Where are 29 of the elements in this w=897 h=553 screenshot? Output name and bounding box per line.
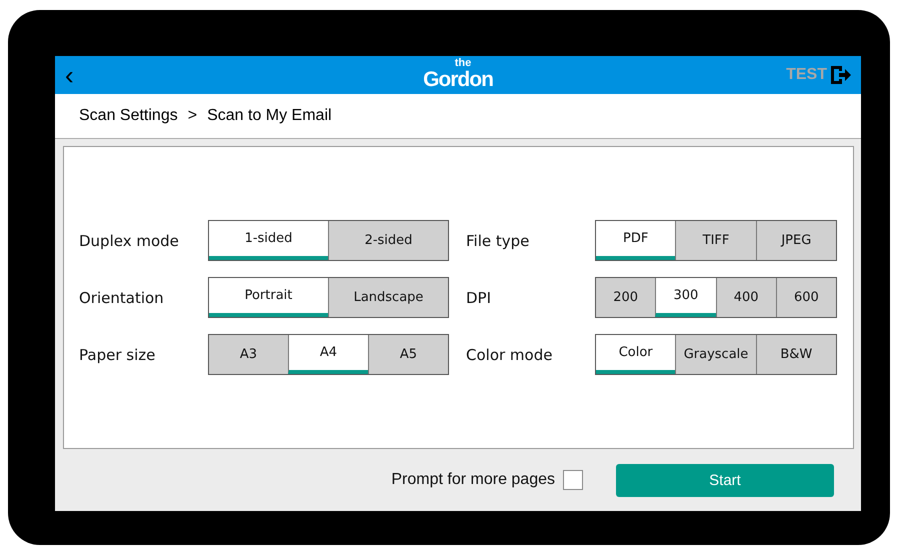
- option-button[interactable]: TIFF: [675, 221, 756, 260]
- user-name: TEST: [786, 66, 827, 84]
- setting-label: Orientation: [79, 288, 165, 306]
- setting-label: Duplex mode: [79, 232, 180, 250]
- setting-label: File type: [466, 232, 530, 250]
- logo: the Gordon: [423, 58, 493, 90]
- option-button[interactable]: A3: [209, 335, 288, 374]
- option-button[interactable]: 200: [596, 278, 656, 317]
- checkbox-label: Prompt for more pages: [391, 471, 555, 489]
- setting-label: Paper size: [79, 346, 156, 364]
- option-button[interactable]: 300: [655, 278, 716, 317]
- setting-label: DPI: [466, 288, 492, 306]
- option-button[interactable]: JPEG: [756, 221, 836, 260]
- option-button[interactable]: A4: [288, 335, 368, 374]
- back-button[interactable]: ‹: [65, 62, 105, 88]
- option-button[interactable]: 2-sided: [328, 221, 448, 260]
- start-button[interactable]: Start: [616, 464, 834, 496]
- option-button[interactable]: A5: [368, 335, 448, 374]
- checkbox[interactable]: [563, 470, 583, 490]
- option-button[interactable]: 400: [716, 278, 776, 317]
- option-button[interactable]: B&W: [756, 335, 836, 374]
- logout-icon[interactable]: [831, 66, 851, 84]
- setting-label: Color mode: [466, 346, 554, 364]
- breadcrumb-item: Scan Settings: [79, 107, 178, 125]
- option-button[interactable]: 600: [776, 278, 836, 317]
- breadcrumb-separator: >: [188, 107, 198, 125]
- breadcrumb-item: Scan to My Email: [207, 107, 332, 125]
- option-button[interactable]: Landscape: [328, 278, 448, 317]
- option-button[interactable]: Grayscale: [675, 335, 756, 374]
